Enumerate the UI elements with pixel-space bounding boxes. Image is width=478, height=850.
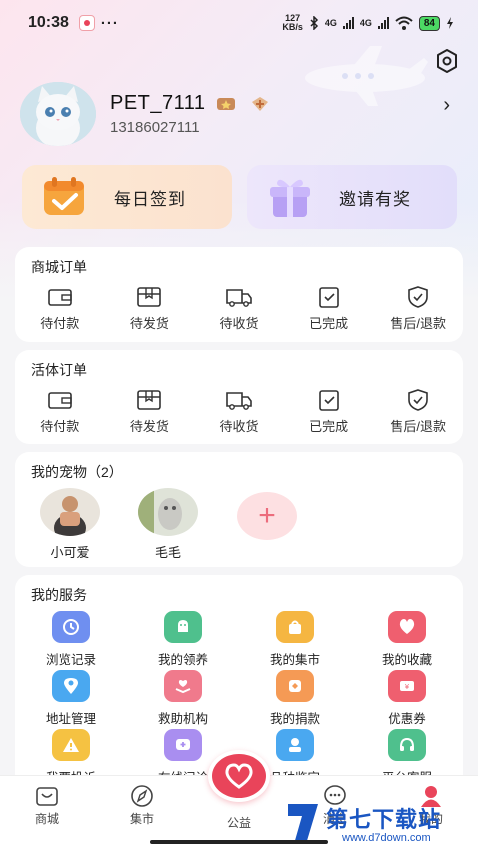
live-order-pending-receipt[interactable]: 待收货 xyxy=(194,388,284,440)
chat-plus-icon xyxy=(164,729,202,761)
service-item[interactable]: ¥ 优惠券 xyxy=(351,670,463,727)
status-more: ··· xyxy=(100,14,119,32)
pet-card[interactable]: 毛毛 xyxy=(137,488,199,561)
service-label: 我的领养 xyxy=(157,653,208,667)
service-label: 地址管理 xyxy=(45,712,96,726)
invite-reward-button[interactable]: 邀请有奖 xyxy=(247,165,457,229)
heart-icon xyxy=(388,611,426,643)
shield-check-icon xyxy=(408,389,428,411)
nav-charity-button[interactable] xyxy=(208,750,270,802)
mall-order-pending-shipment[interactable]: 待发货 xyxy=(105,285,195,337)
service-item[interactable]: 我的收藏 xyxy=(351,611,463,668)
charging-icon xyxy=(447,17,453,29)
my-services-title: 我的服务 xyxy=(31,587,87,603)
service-item[interactable]: 地址管理 xyxy=(15,670,127,727)
live-orders-title: 活体订单 xyxy=(31,362,87,378)
service-label: 浏览记录 xyxy=(45,653,96,667)
level-badge-icon xyxy=(217,98,235,110)
mall-orders-title: 商城订单 xyxy=(31,259,87,275)
signal-icon-2 xyxy=(377,17,389,29)
heart-icon xyxy=(225,763,253,789)
nav-market[interactable]: 集市 xyxy=(107,784,177,827)
dog-icon xyxy=(164,611,202,643)
pet-photo xyxy=(40,488,100,536)
signal-icon-1 xyxy=(342,17,354,29)
pet-card[interactable]: 小可爱 xyxy=(39,488,101,561)
pet-photo xyxy=(138,488,198,536)
live-orders-panel: 活体订单 待付款 待发货 待收货 已完成 售后/退款 xyxy=(15,350,463,444)
avatar[interactable] xyxy=(20,82,96,146)
shield-check-icon xyxy=(408,286,428,308)
live-order-after-sales[interactable]: 售后/退款 xyxy=(373,388,463,440)
mall-order-pending-receipt[interactable]: 待收货 xyxy=(194,285,284,337)
mall-order-after-sales[interactable]: 售后/退款 xyxy=(373,285,463,337)
checkin-label: 每日签到 xyxy=(114,189,186,209)
service-item[interactable]: 我的领养 xyxy=(127,611,239,668)
bluetooth-icon xyxy=(310,16,318,30)
profile-chevron-icon[interactable]: › xyxy=(443,94,450,117)
settings-icon[interactable] xyxy=(434,48,460,74)
live-order-completed[interactable]: 已完成 xyxy=(284,388,374,440)
network-speed: 127 KB/s xyxy=(282,13,303,32)
vip-badge-icon xyxy=(252,97,268,111)
box-icon xyxy=(137,390,162,410)
mall-orders-panel: 商城订单 待付款 待发货 待收货 已完成 售后/退款 xyxy=(15,247,463,342)
invite-label: 邀请有奖 xyxy=(339,189,411,209)
wifi-icon xyxy=(395,16,413,30)
compass-icon xyxy=(131,785,153,807)
mall-order-completed[interactable]: 已完成 xyxy=(284,285,374,337)
watermark-url: www.d7down.com xyxy=(342,832,431,844)
battery-indicator: 84 xyxy=(418,15,440,31)
gift-icon xyxy=(270,179,310,217)
warning-icon xyxy=(52,729,90,761)
svg-text:¥: ¥ xyxy=(405,683,410,691)
hand-heart-icon xyxy=(164,670,202,702)
calendar-check-icon xyxy=(44,177,84,215)
home-indicator[interactable] xyxy=(150,840,328,844)
wallet-icon xyxy=(47,392,72,409)
username: PET_7111 xyxy=(110,92,206,114)
service-label: 优惠券 xyxy=(388,712,426,726)
mall-order-pending-payment[interactable]: 待付款 xyxy=(15,285,105,337)
donation-icon xyxy=(276,670,314,702)
pet-name: 小可爱 xyxy=(50,545,90,560)
phone-number: 13186027111 xyxy=(110,119,200,136)
my-pets-panel: 我的宠物（2） 小可爱 毛毛 + xyxy=(15,452,463,567)
clock-icon xyxy=(52,611,90,643)
headset-icon xyxy=(388,729,426,761)
coupon-icon: ¥ xyxy=(388,670,426,702)
location-icon xyxy=(52,670,90,702)
network-type-2: 4G xyxy=(359,18,372,28)
service-label: 我的捐款 xyxy=(269,712,320,726)
service-label: 救助机构 xyxy=(157,712,208,726)
plane-decoration xyxy=(305,46,428,106)
mall-bag-icon xyxy=(36,787,58,806)
service-label: 我的收藏 xyxy=(381,653,432,667)
bag-icon xyxy=(276,611,314,643)
status-time: 10:38 xyxy=(28,14,69,31)
truck-icon xyxy=(226,289,252,307)
add-pet-button[interactable]: + xyxy=(237,492,297,540)
nav-charity-label: 公益 xyxy=(226,816,251,830)
live-order-pending-shipment[interactable]: 待发货 xyxy=(105,388,195,440)
pet-name: 毛毛 xyxy=(154,545,181,560)
identify-icon xyxy=(276,729,314,761)
live-order-pending-payment[interactable]: 待付款 xyxy=(15,388,105,440)
clipboard-check-icon xyxy=(318,390,339,411)
service-item[interactable]: 我的集市 xyxy=(239,611,351,668)
service-label: 我的集市 xyxy=(269,653,320,667)
service-item[interactable]: 浏览记录 xyxy=(15,611,127,668)
daily-checkin-button[interactable]: 每日签到 xyxy=(22,165,232,229)
my-pets-title: 我的宠物（2） xyxy=(31,464,123,480)
box-icon xyxy=(137,287,162,307)
service-item[interactable]: 我的捐款 xyxy=(239,670,351,727)
wallet-icon xyxy=(47,289,72,306)
nav-mall[interactable]: 商城 xyxy=(12,784,82,827)
notification-icon xyxy=(78,15,95,31)
watermark-text: 第七下载站 xyxy=(326,807,442,832)
clipboard-check-icon xyxy=(318,287,339,308)
truck-icon xyxy=(226,392,252,410)
network-type-1: 4G xyxy=(324,18,337,28)
service-item[interactable]: 救助机构 xyxy=(127,670,239,727)
